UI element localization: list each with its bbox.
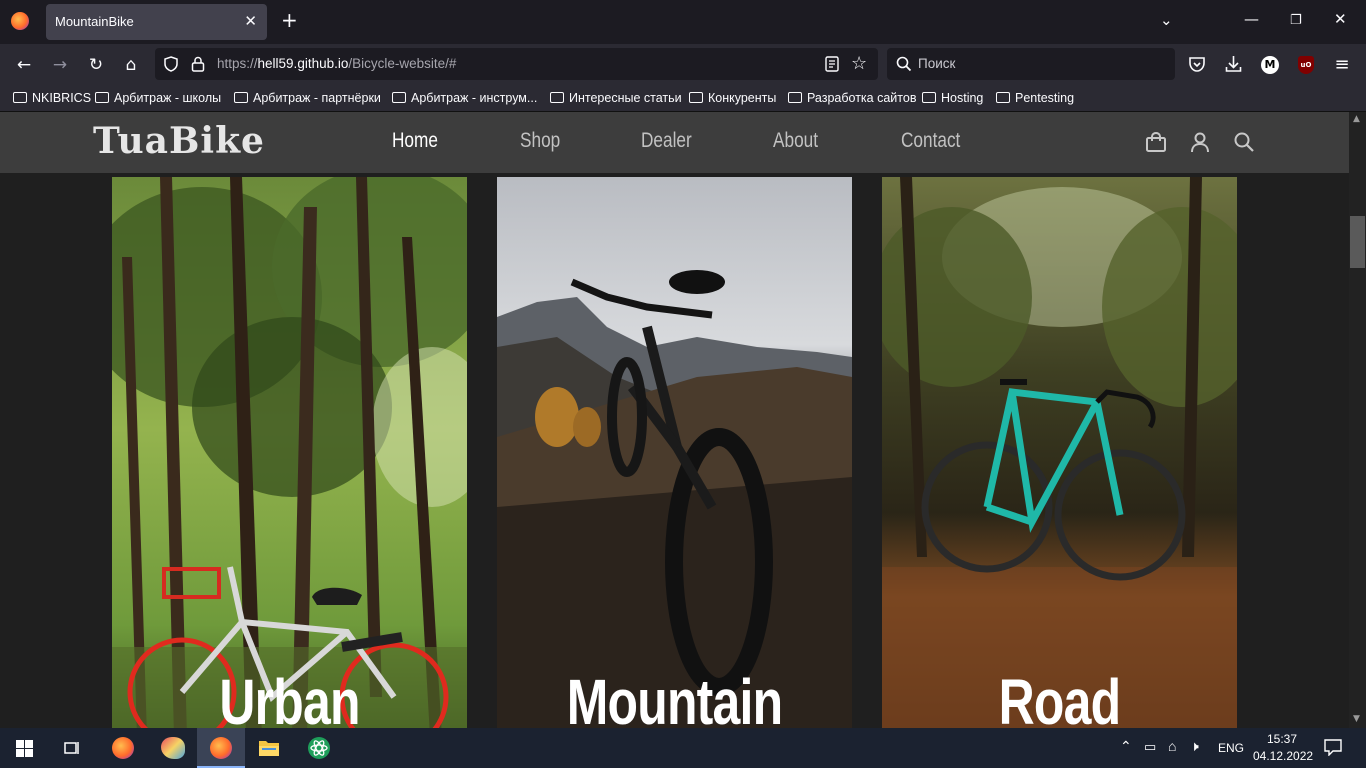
paint-app-icon[interactable]: [161, 737, 185, 759]
close-window-icon[interactable]: ✕: [1334, 12, 1347, 27]
folder-icon: [234, 92, 248, 103]
bookmark-star-icon[interactable]: ☆: [851, 53, 867, 74]
address-bar[interactable]: https://hell59.github.io/Bicycle-website…: [155, 48, 878, 80]
bookmark-folder[interactable]: Разработка сайтов: [788, 91, 916, 105]
folder-icon: [788, 92, 802, 103]
browser-toolbar: ← → ↻ ⌂ https://hell59.github.io/Bicycle…: [0, 44, 1366, 86]
firefox-icon: [210, 737, 232, 759]
windows-taskbar: ⌃ ▭ ⌂ 🕨 ENG 15:37 04.12.2022: [0, 728, 1366, 768]
card-title-mountain: Mountain: [566, 666, 783, 728]
folder-icon: [95, 92, 109, 103]
list-all-tabs-icon[interactable]: ⌄: [1160, 13, 1173, 28]
search-icon: [896, 56, 912, 72]
web-page: TuaBike Home Shop Dealer About Contact U…: [0, 112, 1349, 728]
category-card-urban[interactable]: Urban: [112, 177, 467, 728]
minimize-icon[interactable]: —: [1244, 12, 1259, 27]
windows-start-icon[interactable]: [16, 740, 33, 757]
back-icon[interactable]: ←: [14, 55, 34, 75]
folder-icon: [13, 92, 27, 103]
browser-tab-bar: MountainBike ✕ + ⌄ — ❐ ✕: [0, 0, 1366, 44]
nav-dealer[interactable]: Dealer: [641, 129, 692, 153]
reader-view-icon[interactable]: [825, 56, 839, 72]
bookmark-folder[interactable]: Интересные статьи: [550, 91, 682, 105]
firefox-active-taskbar-button[interactable]: [197, 728, 245, 768]
clock-date[interactable]: 04.12.2022: [1253, 749, 1313, 763]
scroll-down-arrow-icon[interactable]: ▼: [1353, 714, 1360, 724]
search-icon[interactable]: [1233, 131, 1255, 153]
forward-icon[interactable]: →: [50, 55, 70, 75]
bookmark-folder[interactable]: Арбитраж - партнёрки: [234, 91, 381, 105]
bookmark-folder[interactable]: Pentesting: [996, 91, 1074, 105]
folder-icon: [922, 92, 936, 103]
tab-mountainbike[interactable]: MountainBike ✕: [46, 4, 267, 40]
search-placeholder: Поиск: [918, 56, 956, 71]
bookmark-folder[interactable]: Арбитраж - школы: [95, 91, 221, 105]
user-icon[interactable]: [1189, 131, 1211, 153]
account-avatar[interactable]: M: [1261, 56, 1279, 74]
category-card-mountain[interactable]: Mountain: [497, 177, 852, 728]
clock-time[interactable]: 15:37: [1267, 732, 1297, 746]
site-logo[interactable]: TuaBike: [93, 120, 265, 162]
home-icon[interactable]: ⌂: [121, 55, 141, 75]
bookmarks-toolbar: NKIBRICS Арбитраж - школы Арбитраж - пар…: [0, 86, 1366, 112]
bookmark-folder[interactable]: NKIBRICS: [13, 91, 91, 105]
lock-icon[interactable]: [191, 56, 205, 72]
nav-about[interactable]: About: [773, 129, 818, 153]
shopping-bag-icon[interactable]: [1145, 131, 1167, 153]
close-tab-icon[interactable]: ✕: [244, 12, 257, 30]
pocket-icon[interactable]: [1188, 56, 1206, 73]
firefox-taskbar-icon[interactable]: [112, 737, 134, 759]
bookmark-folder[interactable]: Hosting: [922, 91, 983, 105]
show-hidden-icons-icon[interactable]: ⌃: [1120, 738, 1132, 755]
folder-icon: [550, 92, 564, 103]
restore-icon[interactable]: ❐: [1290, 14, 1302, 27]
site-header: TuaBike Home Shop Dealer About Contact: [0, 112, 1349, 173]
category-card-road[interactable]: Road: [882, 177, 1237, 728]
nav-shop[interactable]: Shop: [520, 129, 560, 153]
language-indicator[interactable]: ENG: [1218, 741, 1244, 755]
network-icon[interactable]: ⌂: [1168, 738, 1176, 754]
scrollbar-thumb[interactable]: [1350, 216, 1365, 268]
bookmark-folder[interactable]: Арбитраж - инструм...: [392, 91, 537, 105]
road-bike-photo: [882, 177, 1237, 728]
page-scrollbar[interactable]: ▲ ▼: [1349, 112, 1366, 728]
urban-bike-photo: [112, 177, 467, 728]
mountain-bike-photo: [497, 177, 852, 728]
shield-icon[interactable]: [163, 56, 179, 72]
atom-app-icon[interactable]: [307, 736, 331, 760]
folder-icon: [689, 92, 703, 103]
tab-title: MountainBike: [55, 14, 134, 29]
hamburger-menu-icon[interactable]: ≡: [1332, 55, 1352, 75]
notifications-icon[interactable]: [1324, 739, 1342, 756]
folder-icon: [392, 92, 406, 103]
battery-icon[interactable]: ▭: [1144, 739, 1156, 755]
ublock-origin-icon[interactable]: uO: [1298, 56, 1314, 74]
url-text: https://hell59.github.io/Bicycle-website…: [217, 56, 457, 71]
downloads-icon[interactable]: [1225, 55, 1242, 73]
file-explorer-icon[interactable]: [258, 738, 280, 757]
reload-icon[interactable]: ↻: [86, 55, 106, 75]
task-view-icon[interactable]: [63, 740, 81, 756]
bookmark-folder[interactable]: Конкуренты: [689, 91, 776, 105]
nav-contact[interactable]: Contact: [901, 129, 960, 153]
card-title-road: Road: [998, 666, 1121, 728]
folder-icon: [996, 92, 1010, 103]
scroll-up-arrow-icon[interactable]: ▲: [1353, 114, 1360, 124]
new-tab-icon[interactable]: +: [281, 10, 298, 30]
nav-home[interactable]: Home: [392, 129, 438, 153]
firefox-menu-icon[interactable]: [11, 12, 29, 30]
volume-icon[interactable]: 🕨: [1190, 738, 1199, 755]
card-title-urban: Urban: [219, 666, 360, 728]
search-field[interactable]: Поиск: [887, 48, 1175, 80]
